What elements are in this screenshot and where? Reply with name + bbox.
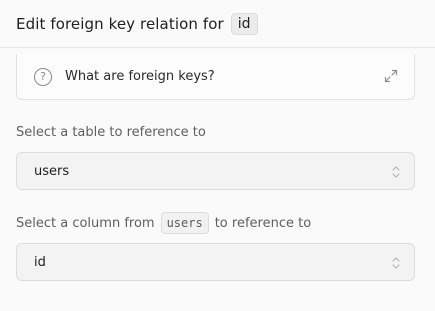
- question-circle-icon: ?: [34, 67, 52, 86]
- column-select-value: id: [34, 254, 46, 270]
- panel-title: Edit foreign key relation for: [16, 14, 224, 33]
- foreign-keys-help-label: What are foreign keys?: [65, 69, 215, 84]
- table-select[interactable]: users: [16, 152, 415, 190]
- table-select-label-text: Select a table to reference to: [16, 125, 206, 140]
- column-select-label-suffix: to reference to: [214, 215, 312, 231]
- table-select-value: users: [34, 163, 70, 179]
- foreign-key-panel: Edit foreign key relation for id ? What …: [0, 0, 435, 311]
- panel-header: Edit foreign key relation for id: [0, 0, 435, 48]
- chevron-up-down-icon: [392, 166, 400, 178]
- column-select-label-prefix: Select a column from: [16, 215, 155, 231]
- expand-icon[interactable]: [384, 69, 398, 83]
- chevron-up-down-icon: [392, 257, 400, 269]
- table-select-label: Select a table to reference to: [16, 125, 206, 140]
- column-select-label: Select a column from users to reference …: [16, 212, 311, 234]
- table-name-chip: users: [160, 212, 209, 234]
- column-select[interactable]: id: [16, 243, 415, 281]
- column-name-chip: id: [230, 12, 258, 35]
- foreign-keys-help-toggle[interactable]: ? What are foreign keys?: [16, 54, 415, 100]
